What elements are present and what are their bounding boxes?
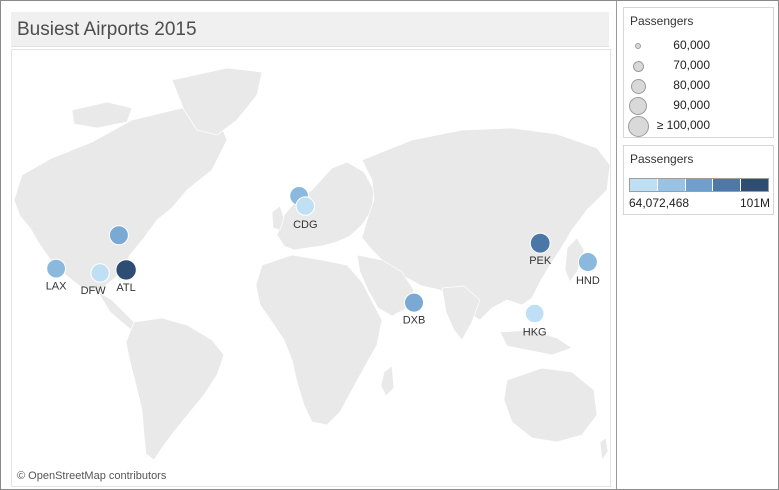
airport-label-dfw: DFW [81,285,107,297]
size-legend: Passengers 60,000 70,000 80,000 90,000 ≥ 100… [623,7,774,138]
land-arctic-islands [71,101,133,129]
size-legend-circle [627,115,649,137]
map-attribution[interactable]: © OpenStreetMap contributors [17,470,166,482]
land-australia [503,367,598,443]
size-legend-circle [635,43,641,49]
size-legend-label: ≥ 100,000 [656,118,710,132]
color-legend-title: Passengers [630,152,694,166]
color-ramp-step [630,179,658,191]
airport-marker-ord[interactable] [108,225,129,246]
color-legend-min: 64,072,468 [629,196,690,210]
airport-marker-hnd[interactable] [577,252,598,272]
world-map[interactable]: ATL PEK DXB HND LAX HKG CDG DFW © OpenStreetMap… [11,49,611,487]
airport-label-hnd: HND [576,275,600,287]
size-legend-row: 70,000 [624,56,773,76]
size-legend-label: 70,000 [673,58,710,72]
airport-label-pek: PEK [529,255,552,267]
map-canvas[interactable]: ATL PEK DXB HND LAX HKG CDG DFW [12,50,610,486]
size-legend-label: 60,000 [673,38,710,52]
airport-marker-atl[interactable] [115,259,137,281]
size-legend-row: 80,000 [624,76,773,96]
airport-marker-cdg[interactable] [295,196,315,216]
land-south-america [125,317,225,461]
airport-marker-dfw[interactable] [90,263,110,283]
size-legend-circle [630,78,646,94]
size-legend-row: 60,000 [624,36,773,56]
color-ramp-step [713,179,742,191]
color-ramp [629,178,769,192]
airport-marker-hkg[interactable] [524,303,545,324]
airport-label-lax: LAX [46,281,67,293]
airport-marker-dxb[interactable] [404,292,424,313]
title-bar: Busiest Airports 2015 [11,12,609,47]
airport-label-dxb: DXB [403,315,426,327]
dashboard-frame: Busiest Airports 2015 ATL PEK DXB HND LA… [0,0,779,490]
color-ramp-step [741,179,768,191]
color-legend: Passengers 64,072,468 101M [623,145,774,215]
size-legend-row: ≥ 100,000 [624,115,773,137]
airport-label-hkg: HKG [523,327,547,339]
color-ramp-step [685,179,714,191]
color-legend-max: 101M [739,196,770,210]
size-legend-title: Passengers [630,14,694,28]
size-legend-label: 90,000 [673,98,710,112]
dashboard-title: Busiest Airports 2015 [17,19,197,40]
size-legend-row: 90,000 [624,96,773,116]
airport-label-cdg: CDG [293,219,317,231]
size-legend-label: 80,000 [673,78,710,92]
land-europe [276,161,375,251]
airport-label-atl: ATL [116,282,135,294]
land-madagascar [380,365,395,397]
airport-marker-pek[interactable] [529,232,551,254]
size-legend-circle [629,97,647,115]
color-ramp-step [657,179,686,191]
size-legend-circle [632,60,644,72]
pane-divider [616,1,617,490]
land-new-zealand [599,437,609,461]
land-africa [255,254,383,426]
airport-marker-lax[interactable] [46,258,66,279]
